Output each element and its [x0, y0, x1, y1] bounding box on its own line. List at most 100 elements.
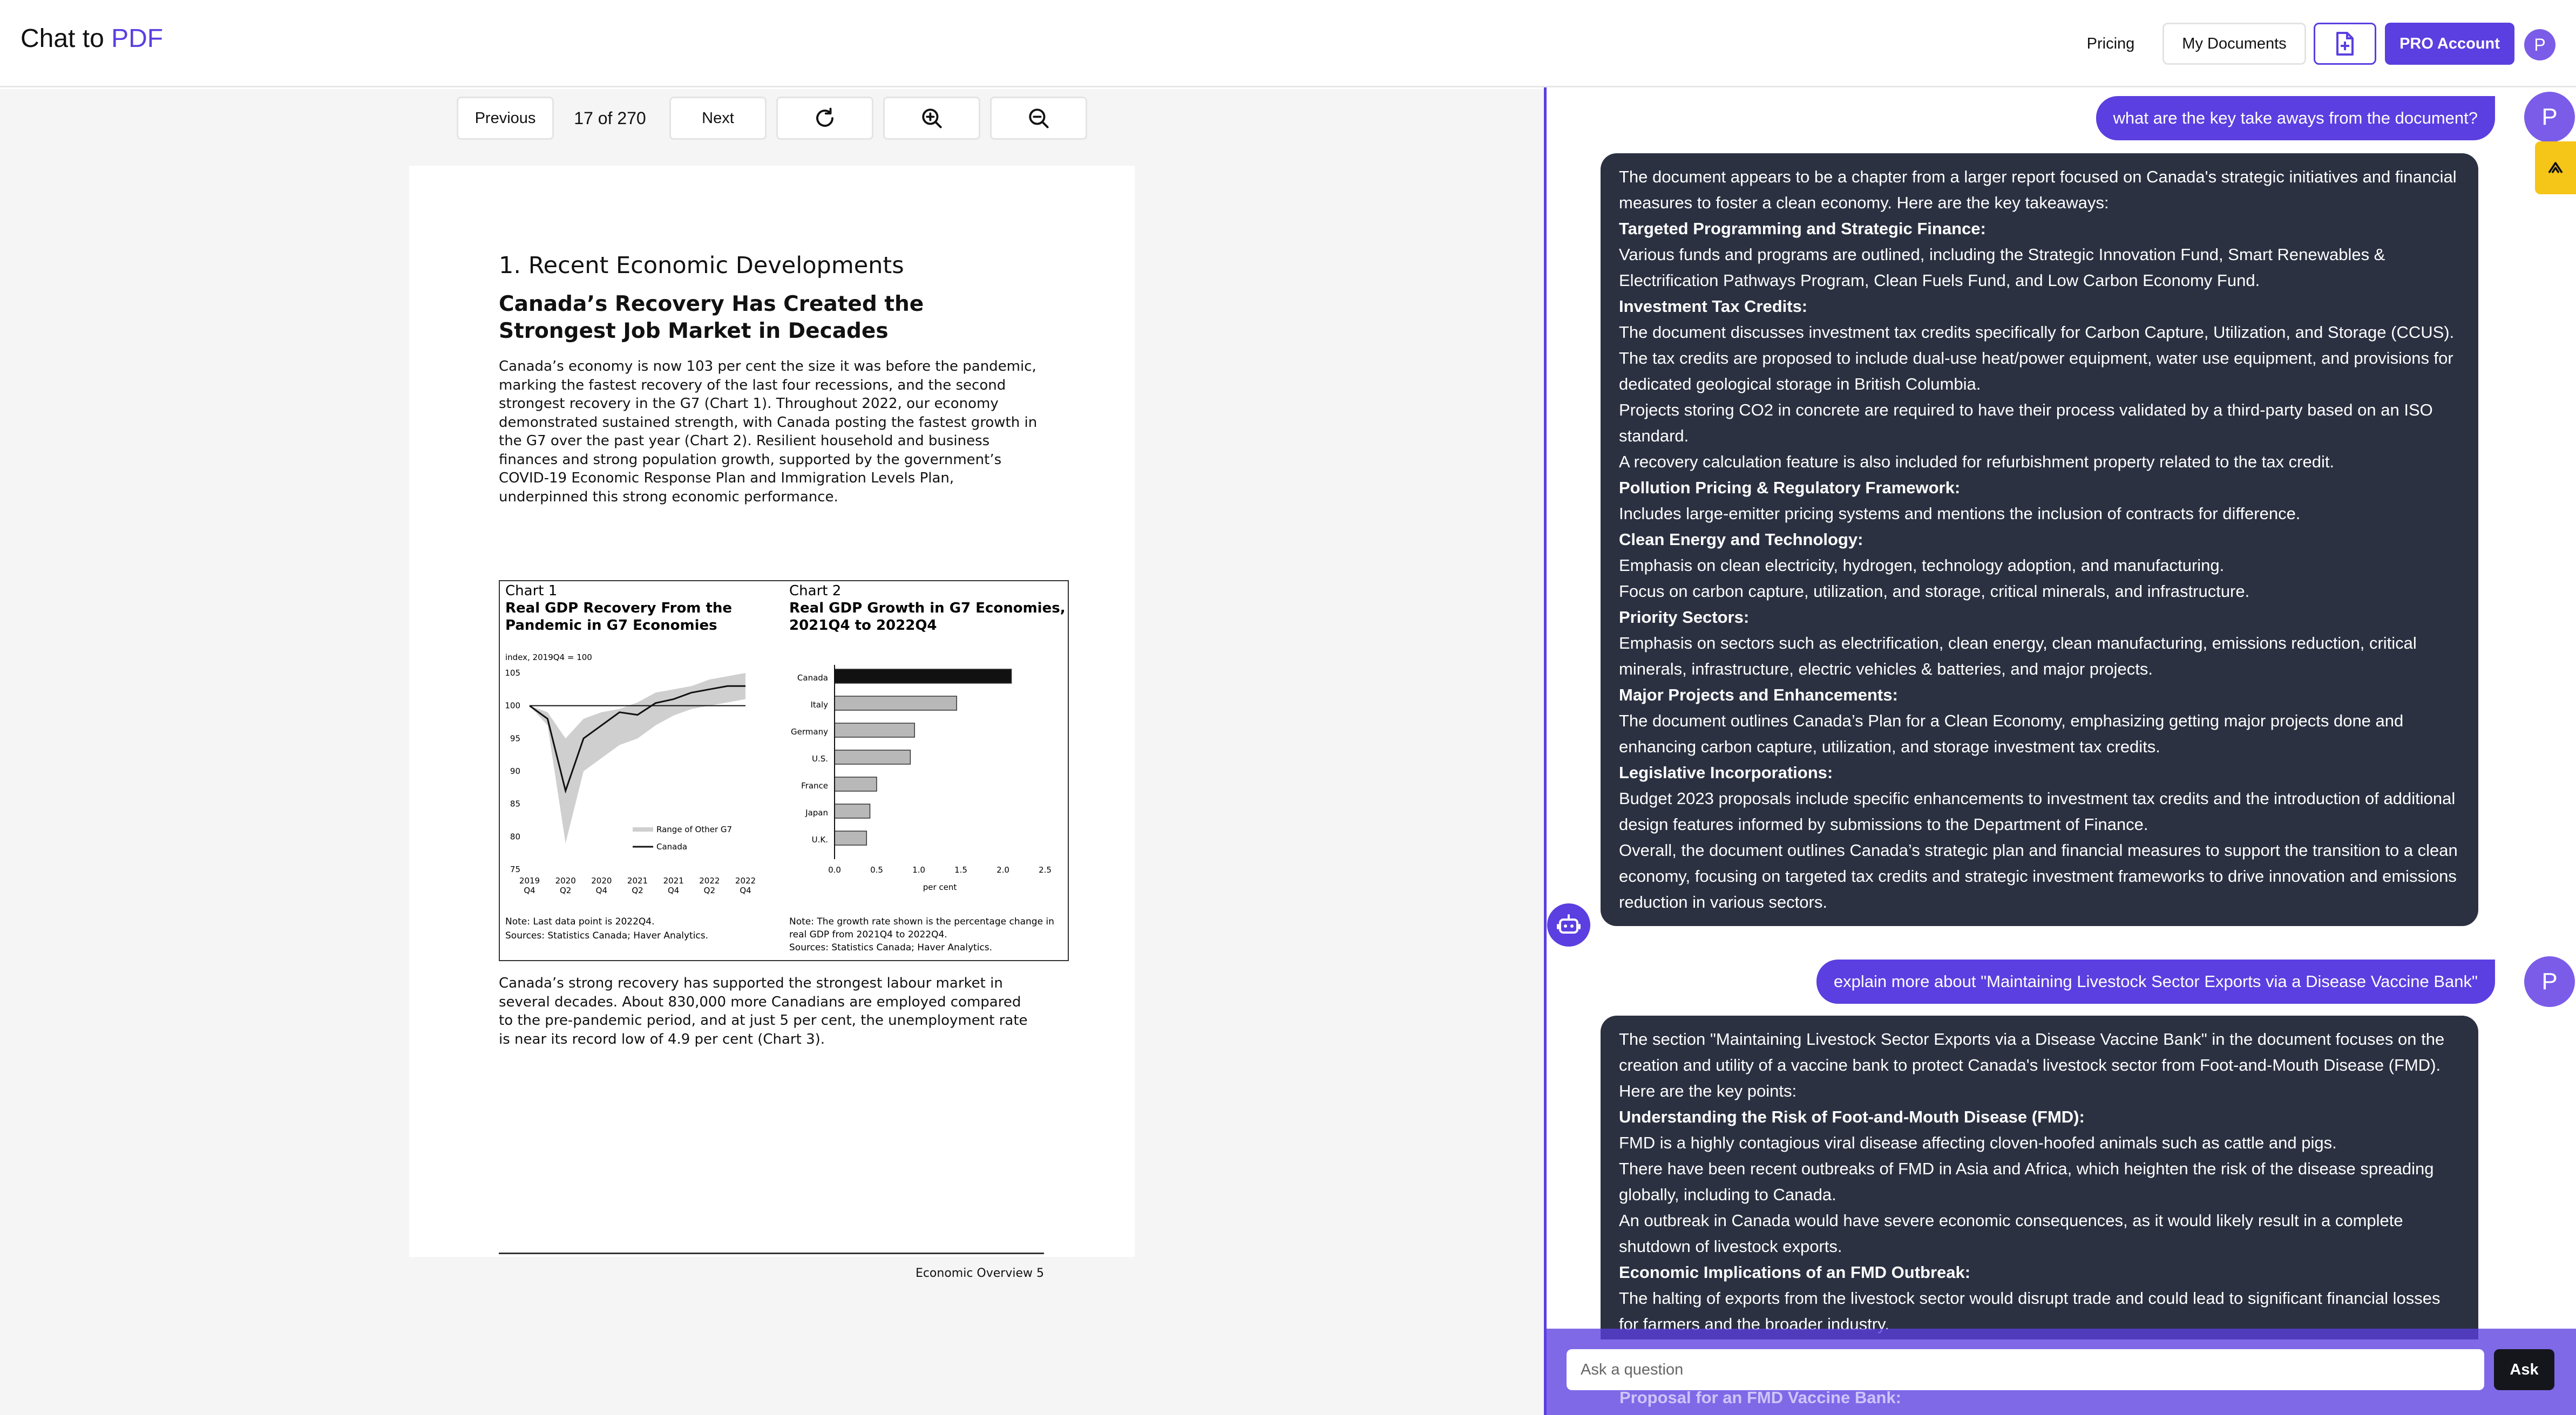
side-extension-tab[interactable] — [2535, 141, 2576, 194]
chart1-ytick: 75 — [510, 865, 520, 874]
chart1-ytick: 80 — [510, 832, 520, 841]
chart1-ytick: 95 — [510, 733, 520, 743]
chart1-ytick: 100 — [505, 701, 520, 711]
answer-line: Here are the key points: — [1619, 1081, 1797, 1100]
answer-line: There have been recent outbreaks of FMD … — [1619, 1159, 2434, 1204]
chart2-label: Chart 2 — [789, 583, 841, 599]
answer-line: FMD is a highly contagious viral disease… — [1619, 1133, 2337, 1152]
answer-line: An outbreak in Canada would have severe … — [1619, 1211, 2403, 1256]
chart1-label: Chart 1 — [505, 583, 557, 599]
chart1-xtick: Q4 — [668, 886, 679, 895]
app-logo[interactable]: Chat to PDF — [21, 24, 163, 53]
chart2-note: Note: The growth rate shown is the perce… — [789, 916, 1054, 927]
answer-heading: Understanding the Risk of Foot-and-Mouth… — [1619, 1107, 2085, 1126]
footer-rule — [499, 1253, 1044, 1254]
chart2-category-label: U.S. — [812, 754, 828, 764]
chart1-xtick: Q4 — [740, 886, 751, 895]
ask-button[interactable]: Ask — [2494, 1349, 2554, 1390]
chart1-xtick: 2020 — [591, 876, 612, 886]
user-message: explain more about "Maintaining Livestoc… — [1816, 960, 2495, 1004]
assistant-message: The section "Maintaining Livestock Secto… — [1601, 1016, 2478, 1339]
chart1-band — [530, 673, 745, 843]
answer-heading: Legislative Incorporations: — [1619, 763, 1833, 782]
paragraph-2: Canada’s strong recovery has supported t… — [499, 975, 1028, 1047]
previous-page-button[interactable]: Previous — [457, 97, 554, 140]
chart2-bar — [834, 696, 957, 711]
answer-line: Includes large-emitter pricing systems a… — [1619, 504, 2301, 523]
page-heading: Canada’s Recovery Has Created the Strong… — [499, 292, 924, 343]
chart2-bar — [834, 831, 867, 846]
chart2-xtick: 0.5 — [870, 865, 883, 875]
zoom-out-button[interactable] — [990, 97, 1087, 140]
next-page-button[interactable]: Next — [669, 97, 767, 140]
chart1-xtick: 2022 — [699, 876, 720, 886]
paragraph-1: Canada’s economy is now 103 per cent the… — [499, 358, 1038, 505]
chart2-xtick: 1.0 — [912, 865, 925, 875]
chart1-xtick: Q2 — [632, 886, 643, 895]
chart2-bar — [834, 723, 915, 738]
answer-line: Various funds and programs are outlined,… — [1619, 245, 2385, 290]
chart2-category-label: Italy — [810, 700, 828, 710]
chart1-xtick: 2019 — [519, 876, 540, 886]
chart2-category-label: Germany — [791, 727, 828, 737]
chart2-title: Real GDP Growth in G7 Economies, — [789, 600, 1066, 616]
answer-line: The document outlines Canada’s Plan for … — [1619, 711, 2404, 756]
answer-heading: Priority Sectors: — [1619, 608, 1750, 627]
zoom-in-button[interactable] — [883, 97, 980, 140]
bot-avatar — [1547, 903, 1590, 947]
pdf-page: 1. Recent Economic Developments Canada’s… — [409, 166, 1135, 1280]
page-footer: Economic Overview 5 — [915, 1267, 1044, 1280]
new-document-button[interactable] — [2314, 23, 2376, 65]
pro-account-button[interactable]: PRO Account — [2385, 23, 2514, 65]
chart2-xlabel: per cent — [923, 882, 957, 892]
page-indicator: 17 of 270 — [574, 108, 646, 128]
answer-line: Overall, the document outlines Canada’s … — [1619, 841, 2458, 911]
chart2-category-label: U.K. — [812, 835, 828, 845]
chart1-xtick: 2021 — [627, 876, 648, 886]
brand-prefix: Chat to — [21, 24, 112, 53]
brand-accent: PDF — [111, 24, 164, 53]
chart2-xtick: 2.5 — [1039, 865, 1052, 875]
pricing-link[interactable]: Pricing — [2073, 23, 2148, 65]
file-plus-icon — [2336, 32, 2354, 56]
my-documents-button[interactable]: My Documents — [2163, 23, 2306, 65]
answer-heading: Targeted Programming and Strategic Finan… — [1619, 219, 1986, 238]
chart2-xtick: 1.5 — [954, 865, 967, 875]
chart2-category-label: France — [801, 781, 828, 791]
answer-line: The document appears to be a chapter fro… — [1619, 167, 2457, 212]
chart1-title: Pandemic in G7 Economies — [505, 617, 717, 634]
user-message: what are the key take aways from the doc… — [2096, 96, 2495, 140]
question-input[interactable] — [1567, 1349, 2484, 1390]
answer-heading: Major Projects and Enhancements: — [1619, 685, 1898, 704]
answer-line: Focus on carbon capture, utilization, an… — [1619, 582, 2250, 601]
chart2-category-label: Canada — [797, 673, 828, 683]
refresh-icon — [816, 107, 833, 127]
user-avatar[interactable]: P — [2524, 29, 2555, 60]
answer-line: A recovery calculation feature is also i… — [1619, 452, 2335, 471]
chart1-ylabel: index, 2019Q4 = 100 — [505, 652, 592, 662]
user-message-avatar: P — [2524, 92, 2575, 142]
chart1-xtick: Q4 — [596, 886, 607, 895]
answer-line: Emphasis on sectors such as electrificat… — [1619, 634, 2417, 678]
robot-icon — [1557, 914, 1581, 934]
chart2-bar — [834, 750, 911, 765]
chart2-sources: Sources: Statistics Canada; Haver Analyt… — [789, 942, 992, 953]
rotate-button[interactable] — [776, 97, 873, 140]
answer-line: Projects storing CO2 in concrete are req… — [1619, 400, 2433, 445]
pdf-viewer: Previous 17 of 270 Next 1. Recent Econom… — [0, 89, 1544, 1415]
answer-line: The tax credits are proposed to include … — [1619, 349, 2453, 393]
chart1-sources: Sources: Statistics Canada; Haver Analyt… — [505, 930, 708, 941]
chart2-title: 2021Q4 to 2022Q4 — [789, 617, 937, 634]
chart1-xtick: 2020 — [555, 876, 576, 886]
chart1-xtick: Q2 — [704, 886, 715, 895]
chart1-legend-canada: Canada — [656, 842, 687, 852]
assistant-message: The document appears to be a chapter fro… — [1601, 153, 2478, 926]
answer-line: The document discusses investment tax cr… — [1619, 323, 2455, 342]
answer-line: Emphasis on clean electricity, hydrogen,… — [1619, 556, 2225, 575]
app-header: Chat to PDF Pricing My Documents PRO Acc… — [0, 0, 2576, 87]
answer-line: Budget 2023 proposals include specific e… — [1619, 789, 2456, 834]
chart1-xtick: 2021 — [663, 876, 684, 886]
charts-svg: Chart 1Real GDP Recovery From thePandemi… — [505, 583, 1066, 953]
chart1-ytick: 105 — [505, 668, 520, 678]
chart1-title: Real GDP Recovery From the — [505, 600, 732, 616]
